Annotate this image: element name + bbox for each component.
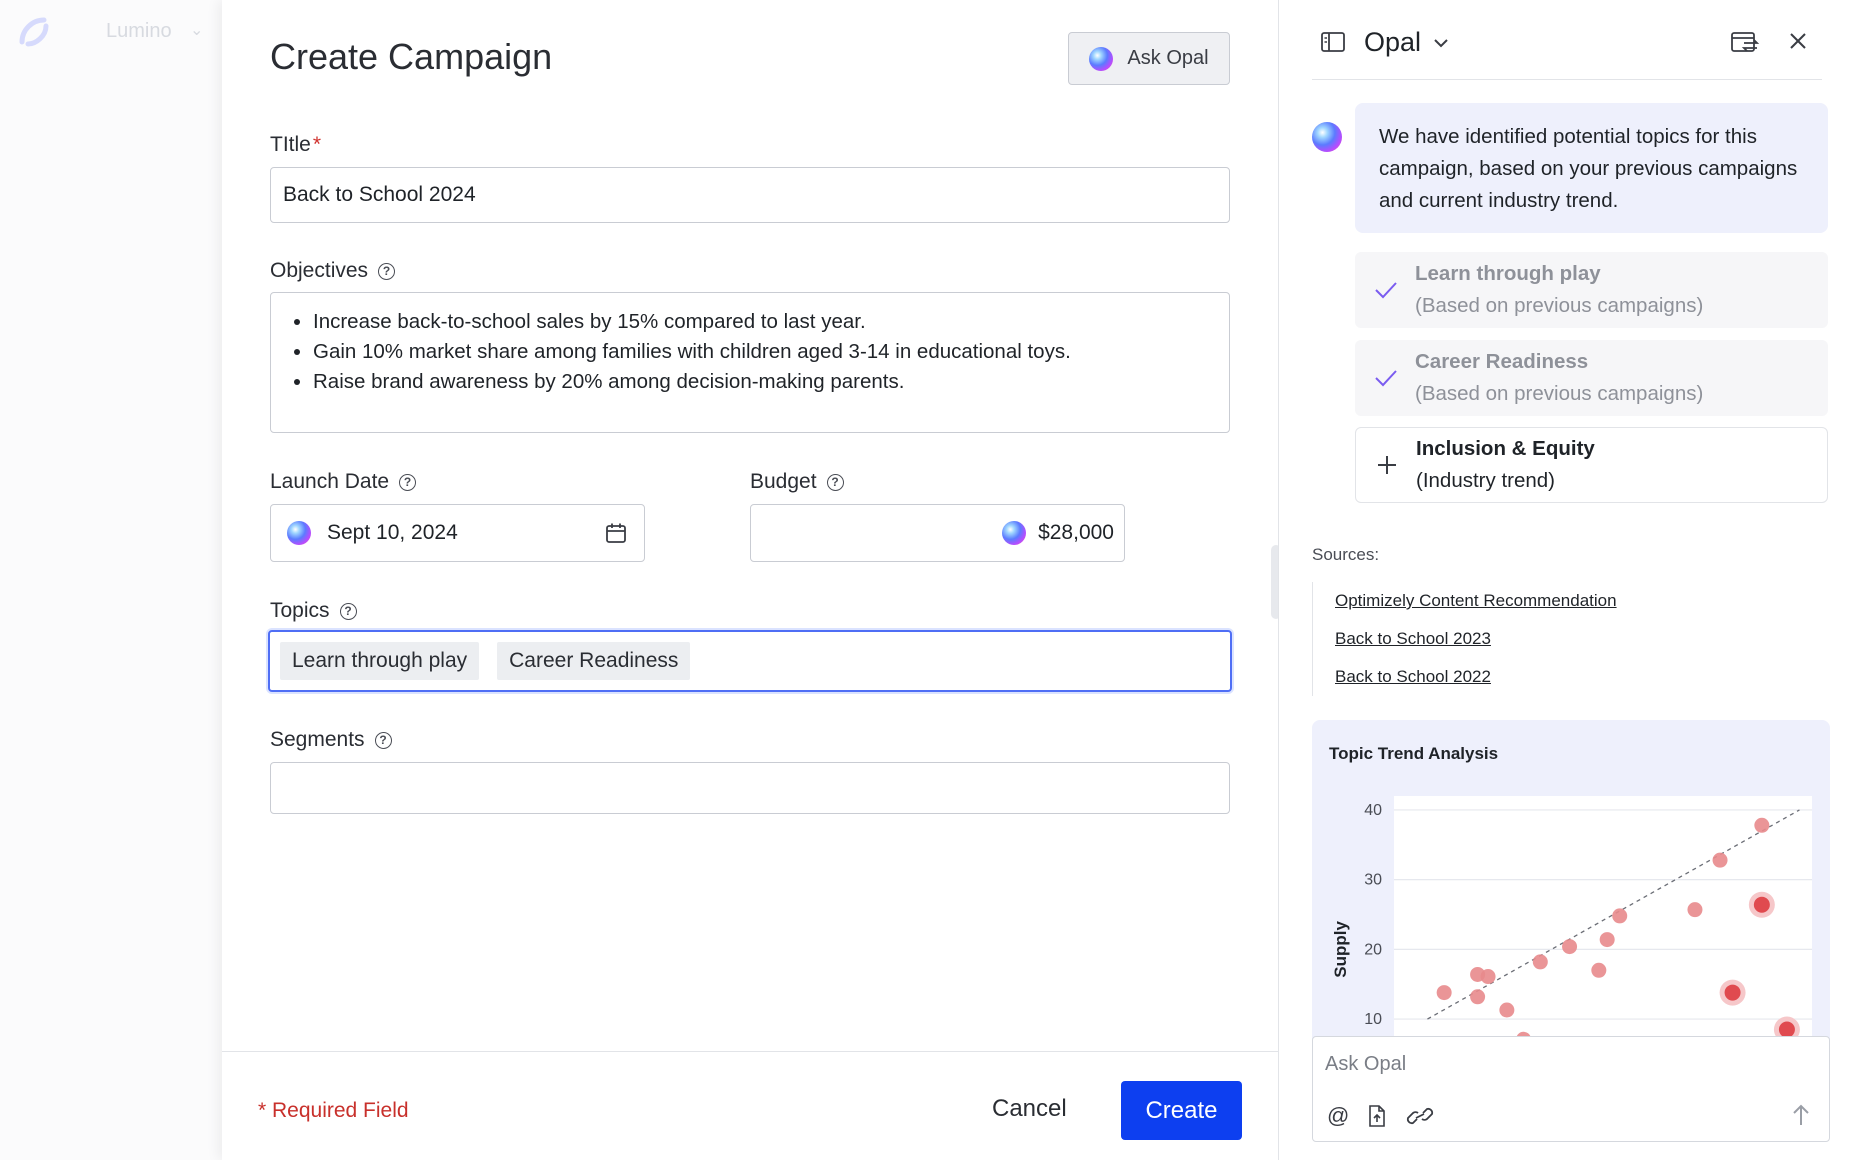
- screen: Lumino ⌄ Create Campaign Ask Opal TItle …: [0, 0, 1854, 1160]
- help-icon[interactable]: ?: [826, 473, 844, 491]
- check-icon: [1375, 282, 1397, 299]
- opal-message: We have identified potential topics for …: [1355, 103, 1828, 233]
- objectives-label: Objectives ?: [270, 259, 396, 283]
- objective-item: Increase back-to-school sales by 15% com…: [313, 307, 1229, 337]
- topics-label: Topics ?: [270, 599, 357, 623]
- topic-chip[interactable]: Career Readiness: [497, 642, 691, 680]
- budget-label: Budget ?: [750, 470, 844, 494]
- launch-date-input[interactable]: Sept 10, 2024: [270, 504, 645, 562]
- opal-title: Opal: [1364, 27, 1422, 57]
- source-link[interactable]: Back to School 2022: [1335, 658, 1617, 696]
- opal-avatar-icon: [1312, 122, 1342, 152]
- segments-label: Segments ?: [270, 728, 392, 752]
- topic-suggestion-note: (Based on previous campaigns): [1415, 382, 1704, 405]
- budget-value: $28,000: [1038, 521, 1114, 544]
- title-label: TItle *: [270, 133, 322, 156]
- mention-icon[interactable]: @: [1327, 1103, 1349, 1129]
- y-axis-label: Supply: [1331, 920, 1350, 977]
- opal-orb-icon: [287, 521, 311, 545]
- help-icon[interactable]: ?: [339, 602, 357, 620]
- objectives-textarea[interactable]: Increase back-to-school sales by 15% com…: [270, 292, 1230, 433]
- ask-opal-input[interactable]: Ask Opal @: [1312, 1036, 1830, 1142]
- data-point: [1499, 1002, 1515, 1018]
- send-arrow-icon[interactable]: [1791, 1103, 1811, 1127]
- ask-opal-label: Ask Opal: [1127, 47, 1209, 69]
- app-logo-icon: [19, 17, 49, 47]
- chevron-down-icon: ⌄: [190, 22, 204, 39]
- plot-area: [1394, 796, 1812, 1040]
- create-campaign-modal: Create Campaign Ask Opal TItle * Back to…: [222, 0, 1278, 1160]
- required-mark: *: [312, 133, 322, 156]
- topic-suggestion-note: (Based on previous campaigns): [1415, 294, 1704, 317]
- help-icon[interactable]: ?: [399, 473, 417, 491]
- source-link[interactable]: Back to School 2023: [1335, 620, 1617, 658]
- attach-file-icon[interactable]: [1367, 1104, 1387, 1128]
- data-point: [1612, 908, 1628, 924]
- data-point: [1470, 989, 1486, 1005]
- y-tick-label: 10: [1364, 1011, 1382, 1028]
- cancel-button[interactable]: Cancel: [992, 1095, 1067, 1123]
- help-icon[interactable]: ?: [374, 731, 392, 749]
- y-tick-label: 30: [1364, 872, 1382, 889]
- opal-title-dropdown[interactable]: Opal: [1364, 27, 1449, 58]
- highlight-data-point: [1724, 984, 1741, 1001]
- y-tick-label: 40: [1364, 802, 1382, 819]
- opal-orb-icon: [1089, 46, 1114, 71]
- topic-trend-chart-card: Topic Trend Analysis 10 20 30 40 Supply: [1312, 720, 1830, 1040]
- data-point: [1562, 939, 1578, 955]
- sidebar-toggle-icon[interactable]: [1320, 30, 1346, 54]
- source-link[interactable]: Optimizely Content Recommendation: [1335, 582, 1617, 620]
- link-icon[interactable]: [1405, 1104, 1435, 1128]
- topic-chip[interactable]: Learn through play: [280, 642, 480, 680]
- topic-suggestion-name: Learn through play: [1415, 262, 1601, 285]
- opal-panel: Opal We have identified potential topics…: [1278, 0, 1854, 1160]
- sources-label: Sources:: [1312, 545, 1380, 564]
- app-name: Lumino: [106, 20, 172, 42]
- required-field-note: * Required Field: [258, 1099, 409, 1122]
- close-icon[interactable]: [1788, 31, 1808, 51]
- budget-input[interactable]: $28,000: [750, 504, 1125, 562]
- highlight-data-point: [1753, 896, 1770, 913]
- topic-suggestion-note: (Industry trend): [1416, 469, 1555, 492]
- data-point: [1591, 962, 1607, 978]
- title-value: Back to School 2024: [283, 183, 476, 206]
- topic-suggestion-name: Career Readiness: [1415, 350, 1589, 373]
- data-point: [1599, 932, 1615, 948]
- topic-trend-scatter-chart: 10 20 30 40 Supply: [1331, 796, 1812, 1040]
- topic-suggestion-name: Inclusion & Equity: [1416, 437, 1595, 460]
- swap-window-icon[interactable]: [1730, 30, 1760, 56]
- title-input[interactable]: Back to School 2024: [270, 167, 1230, 223]
- topics-input[interactable]: Learn through play Career Readiness: [268, 630, 1232, 692]
- data-point: [1712, 852, 1728, 868]
- topic-suggestion-inclusion-equity[interactable]: Inclusion & Equity (Industry trend): [1355, 427, 1828, 503]
- objectives-list: Increase back-to-school sales by 15% com…: [289, 307, 1229, 397]
- launch-date-value: Sept 10, 2024: [327, 521, 458, 544]
- opal-panel-header: Opal: [1312, 0, 1822, 80]
- data-point: [1480, 969, 1496, 985]
- check-icon: [1375, 370, 1397, 387]
- data-point: [1754, 817, 1770, 833]
- create-button[interactable]: Create: [1121, 1081, 1242, 1140]
- ask-opal-button[interactable]: Ask Opal: [1068, 32, 1230, 85]
- background-app: Lumino ⌄: [0, 0, 222, 1160]
- modal-title: Create Campaign: [270, 36, 553, 77]
- calendar-icon[interactable]: [604, 521, 628, 545]
- ask-opal-placeholder: Ask Opal: [1325, 1053, 1407, 1075]
- modal-footer: * Required Field Cancel Create: [222, 1051, 1278, 1160]
- data-point: [1436, 985, 1452, 1001]
- segments-input[interactable]: [270, 762, 1230, 814]
- data-point: [1532, 954, 1548, 970]
- opal-orb-icon: [1002, 521, 1027, 545]
- topic-suggestion-learn-through-play[interactable]: Learn through play (Based on previous ca…: [1355, 252, 1828, 328]
- topic-suggestion-career-readiness[interactable]: Career Readiness (Based on previous camp…: [1355, 340, 1828, 416]
- sources-list: Optimizely Content Recommendation Back t…: [1312, 582, 1617, 696]
- objective-item: Raise brand awareness by 20% among decis…: [313, 367, 1229, 397]
- help-icon[interactable]: ?: [378, 262, 396, 280]
- plus-icon: [1378, 456, 1396, 474]
- launch-date-label: Launch Date ?: [270, 470, 417, 494]
- data-point: [1687, 902, 1703, 918]
- y-tick-label: 20: [1364, 941, 1382, 958]
- chevron-down-icon: [1434, 38, 1448, 47]
- objective-item: Gain 10% market share among families wit…: [313, 337, 1229, 367]
